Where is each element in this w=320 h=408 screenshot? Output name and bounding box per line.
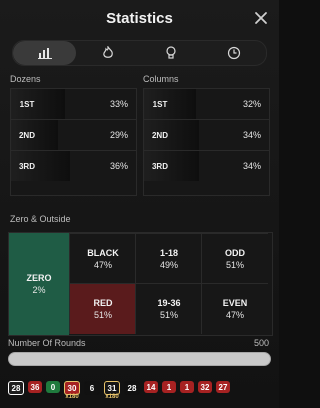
- close-icon[interactable]: [253, 10, 269, 26]
- bar-chart-icon: [37, 48, 52, 59]
- history-chip: 36: [28, 381, 42, 393]
- dozens-grid: 1ST 33% 2ND 29% 3RD 36%: [10, 88, 137, 196]
- column-pct-2: 34%: [242, 130, 261, 140]
- black-value: 47%: [93, 260, 112, 270]
- zero-value: 2%: [32, 285, 46, 295]
- history-chip: 14: [144, 381, 158, 393]
- dozen-row-2[interactable]: 2ND 29%: [11, 119, 136, 150]
- history-chip: 0: [46, 381, 60, 393]
- chip-number: 31: [107, 383, 117, 393]
- tab-bar-chart[interactable]: [13, 41, 77, 65]
- rounds-label: Number Of Rounds: [8, 338, 86, 348]
- statistics-panel: Statistics Dozens Columns 1ST 33% 2ND 29…: [0, 0, 279, 408]
- red-cell[interactable]: RED 51%: [69, 283, 136, 334]
- close-icon-svg: [255, 12, 267, 24]
- high-label: 19-36: [157, 298, 181, 308]
- columns-grid: 1ST 32% 2ND 34% 3RD 34%: [143, 88, 270, 196]
- column-pct-3: 34%: [242, 161, 261, 171]
- chip-number: 27: [218, 382, 228, 392]
- lightbulb-icon: [166, 46, 176, 59]
- dozen-label-3: 3RD: [18, 161, 35, 171]
- odd-value: 51%: [225, 260, 244, 270]
- tab-tips[interactable]: [140, 41, 203, 65]
- dozen-pct-1: 33%: [109, 99, 128, 109]
- high-cell[interactable]: 19-36 51%: [135, 283, 202, 334]
- low-value: 49%: [159, 260, 178, 270]
- black-cell[interactable]: BLACK 47%: [69, 233, 136, 284]
- fire-icon: [103, 46, 113, 58]
- dozen-label-1: 1ST: [19, 99, 35, 109]
- chip-multiplier: x180: [105, 394, 119, 400]
- black-label: BLACK: [87, 248, 119, 258]
- history-chip: 1: [162, 381, 176, 393]
- columns-label: Columns: [143, 74, 179, 84]
- even-cell[interactable]: EVEN 47%: [201, 283, 268, 334]
- zero-outside-grid: ZERO 2% BLACK 47% 1-18 49% ODD 51% RED 5…: [8, 232, 273, 336]
- history-chip: 32: [198, 381, 212, 393]
- odd-cell[interactable]: ODD 51%: [201, 233, 268, 284]
- even-label: EVEN: [222, 298, 248, 308]
- history-chip: 28: [124, 381, 140, 395]
- chip-number: 1: [184, 382, 190, 392]
- chip-number: 1: [166, 382, 172, 392]
- column-row-1[interactable]: 1ST 32%: [144, 89, 269, 119]
- history-chip: 6: [84, 381, 100, 395]
- history-chip: 1: [180, 381, 194, 393]
- tab-hot-cold[interactable]: [76, 41, 139, 65]
- column-label-3: 3RD: [151, 161, 168, 171]
- dozen-pct-2: 29%: [109, 130, 128, 140]
- chip-number: 14: [146, 382, 156, 392]
- chip-number: 28: [127, 383, 137, 393]
- dozens-label: Dozens: [10, 74, 41, 84]
- chip-number: 32: [200, 382, 210, 392]
- history-chips: 28 36 0 30 x180 6 31 x180 28 14 1 1 32 2…: [8, 381, 230, 400]
- chip-number: 28: [11, 383, 21, 393]
- low-label: 1-18: [159, 248, 178, 258]
- high-value: 51%: [159, 310, 178, 320]
- panel-title: Statistics: [106, 10, 173, 27]
- low-cell[interactable]: 1-18 49%: [135, 233, 202, 284]
- chip-multiplier: x180: [65, 394, 79, 400]
- rounds-max: 500: [253, 338, 269, 348]
- column-row-2[interactable]: 2ND 34%: [144, 119, 269, 150]
- history-chip: 27: [216, 381, 230, 393]
- tab-history[interactable]: [203, 41, 266, 65]
- chip-number: 36: [30, 382, 40, 392]
- dozen-pct-3: 36%: [109, 161, 128, 171]
- chip-number: 6: [89, 383, 95, 393]
- column-row-3[interactable]: 3RD 34%: [144, 150, 269, 181]
- zero-cell[interactable]: ZERO 2%: [9, 233, 69, 335]
- column-label-2: 2ND: [151, 130, 168, 140]
- red-value: 51%: [93, 310, 112, 320]
- column-label-1: 1ST: [152, 99, 168, 109]
- column-pct-1: 32%: [242, 99, 261, 109]
- odd-label: ODD: [225, 248, 245, 258]
- dozen-row-1[interactable]: 1ST 33%: [11, 89, 136, 119]
- even-value: 47%: [225, 310, 244, 320]
- history-chip: 30 x180: [64, 381, 80, 400]
- dozen-row-3[interactable]: 3RD 36%: [11, 150, 136, 181]
- zero-outside-label: Zero & Outside: [10, 214, 71, 224]
- history-chip: 28: [8, 381, 24, 395]
- chip-number: 30: [67, 383, 77, 393]
- clock-icon: [228, 46, 241, 60]
- dozen-label-2: 2ND: [18, 130, 35, 140]
- zero-label: ZERO: [26, 273, 52, 283]
- rounds-slider[interactable]: [8, 352, 271, 366]
- red-label: RED: [93, 298, 113, 308]
- chip-number: 0: [50, 382, 56, 392]
- history-chip: 31 x180: [104, 381, 120, 400]
- stats-tabs: [12, 40, 267, 66]
